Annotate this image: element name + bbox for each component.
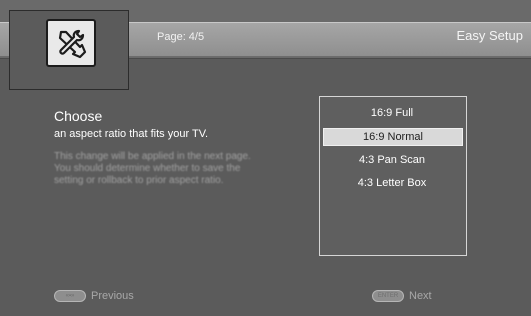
description-line: setting or rollback to prior aspect rati… <box>54 175 224 186</box>
page-indicator: Page: 4/5 <box>157 31 205 43</box>
previous-key-icon: «▪» <box>54 290 86 302</box>
option-16-9-full[interactable]: 16:9 Full <box>323 105 461 121</box>
enter-key-icon: ENTER <box>372 290 404 302</box>
aspect-ratio-list: 16:9 Full 16:9 Normal 4:3 Pan Scan 4:3 L… <box>319 96 467 256</box>
next-label: Next <box>409 290 432 302</box>
previous-label: Previous <box>91 290 134 302</box>
option-4-3-pan-scan[interactable]: 4:3 Pan Scan <box>323 152 461 168</box>
easy-setup-screen: Page: 4/5 Easy Setup Choose an aspect ra… <box>0 0 531 316</box>
icon-panel <box>9 10 129 90</box>
previous-button[interactable]: «▪» Previous <box>54 290 134 302</box>
wrench-icon <box>46 19 96 67</box>
description-line: You should determine whether to save the <box>54 163 241 174</box>
option-4-3-letter-box[interactable]: 4:3 Letter Box <box>323 175 461 191</box>
next-button[interactable]: ENTER Next <box>372 290 432 302</box>
description-line: This change will be applied in the next … <box>54 151 251 162</box>
prompt-description: This change will be applied in the next … <box>54 151 294 187</box>
prompt-subheading: an aspect ratio that fits your TV. <box>54 128 209 140</box>
screen-title: Easy Setup <box>456 28 524 43</box>
prompt-heading: Choose <box>54 108 103 124</box>
option-16-9-normal[interactable]: 16:9 Normal <box>323 128 463 146</box>
